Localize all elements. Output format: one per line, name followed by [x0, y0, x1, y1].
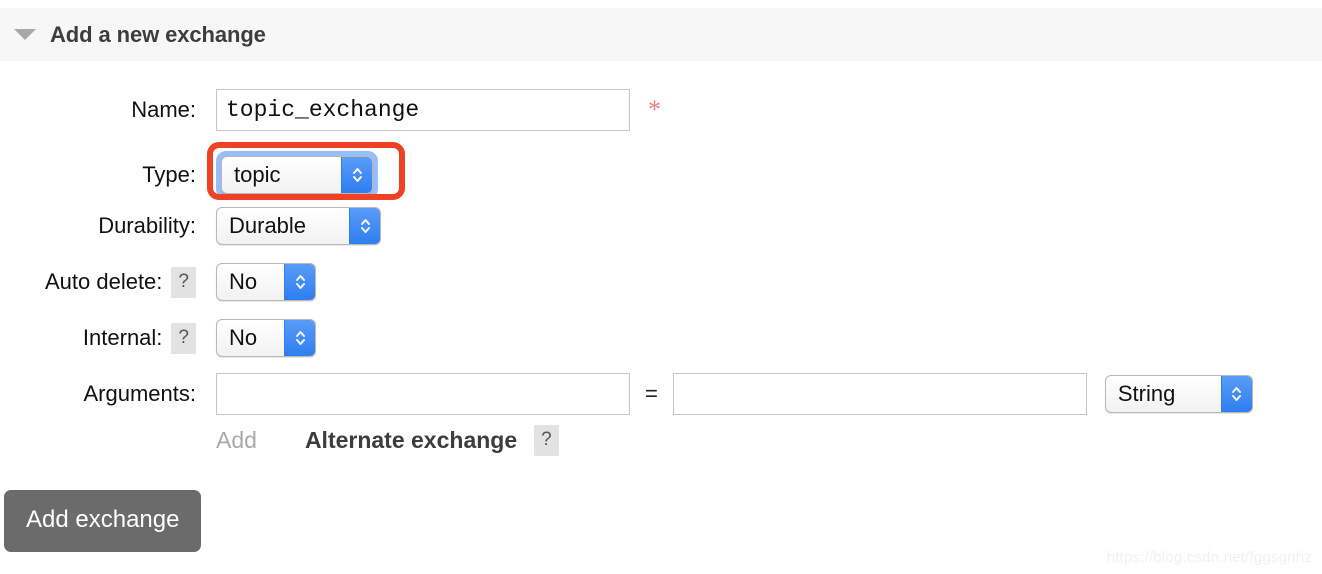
durability-select[interactable]: Durable — [216, 207, 381, 245]
arguments-add-row: Add Alternate exchange ? — [216, 425, 559, 456]
internal-select-value: No — [229, 325, 258, 350]
type-select[interactable]: topic — [221, 156, 373, 194]
chevron-updown-glyph — [295, 275, 305, 289]
panel-header[interactable]: Add a new exchange — [0, 8, 1322, 61]
name-label-cell: Name: — [0, 97, 196, 123]
chevron-updown-icon[interactable] — [284, 320, 315, 356]
add-argument-link[interactable]: Add — [216, 427, 257, 454]
alternate-exchange-help-icon[interactable]: ? — [534, 425, 559, 456]
equals-sign: = — [645, 381, 658, 406]
internal-help-icon[interactable]: ? — [171, 322, 196, 354]
form-row-internal: Internal: ? No — [0, 319, 316, 357]
chevron-updown-icon[interactable] — [341, 157, 372, 193]
durability-label: Durability: — [98, 213, 196, 238]
auto-delete-help-icon[interactable]: ? — [171, 266, 196, 298]
internal-label: Internal: — [82, 325, 163, 350]
argument-value-input[interactable] — [672, 373, 1087, 415]
required-asterisk: * — [648, 95, 661, 124]
arguments-label-cell: Arguments: — [0, 381, 197, 407]
auto-delete-label-cell: Auto delete: ? — [0, 266, 196, 298]
chevron-updown-glyph — [1232, 387, 1242, 401]
page-title: Add a new exchange — [50, 21, 266, 47]
durability-select-value: Durable — [229, 213, 307, 238]
alternate-exchange-label[interactable]: Alternate exchange — [305, 427, 517, 454]
chevron-updown-glyph — [295, 331, 305, 345]
auto-delete-select[interactable]: No — [216, 263, 316, 301]
triangle-down-icon[interactable] — [14, 29, 36, 40]
durability-field-cell: Durable — [216, 207, 381, 245]
auto-delete-label: Auto delete: — [44, 269, 163, 294]
type-label: Type: — [142, 162, 196, 187]
type-field-cell: topic — [216, 151, 378, 199]
type-select-value: topic — [234, 162, 281, 187]
internal-field-cell: No — [216, 319, 316, 357]
form-row-arguments: Arguments: = String — [0, 373, 1253, 415]
chevron-updown-icon[interactable] — [284, 264, 315, 300]
arguments-field-cell: = String — [216, 373, 1253, 415]
argument-type-select-value: String — [1117, 381, 1176, 406]
chevron-updown-icon[interactable] — [349, 208, 380, 244]
auto-delete-select-value: No — [229, 269, 258, 294]
form-row-durability: Durability: Durable — [0, 207, 381, 245]
internal-label-cell: Internal: ? — [0, 322, 196, 354]
chevron-updown-icon[interactable] — [1220, 376, 1252, 412]
name-label: Name: — [131, 97, 196, 122]
auto-delete-field-cell: No — [216, 263, 316, 301]
add-exchange-button[interactable]: Add exchange — [4, 490, 202, 552]
internal-select[interactable]: No — [216, 319, 316, 357]
form-row-auto-delete: Auto delete: ? No — [0, 263, 316, 301]
argument-key-input[interactable] — [216, 373, 630, 415]
watermark: https://blog.csdn.net/fggsgnhz — [1106, 549, 1312, 566]
name-input[interactable] — [216, 89, 630, 131]
name-field-cell: * — [216, 89, 661, 131]
durability-label-cell: Durability: — [0, 213, 196, 239]
arguments-label: Arguments: — [83, 381, 197, 406]
chevron-updown-glyph — [360, 219, 370, 233]
form-row-name: Name: * — [0, 89, 661, 131]
type-label-cell: Type: — [0, 162, 196, 188]
form-row-type: Type: topic — [0, 151, 378, 199]
argument-type-select[interactable]: String — [1104, 375, 1253, 413]
type-select-focus-ring: topic — [216, 151, 378, 199]
chevron-updown-glyph — [352, 168, 362, 182]
